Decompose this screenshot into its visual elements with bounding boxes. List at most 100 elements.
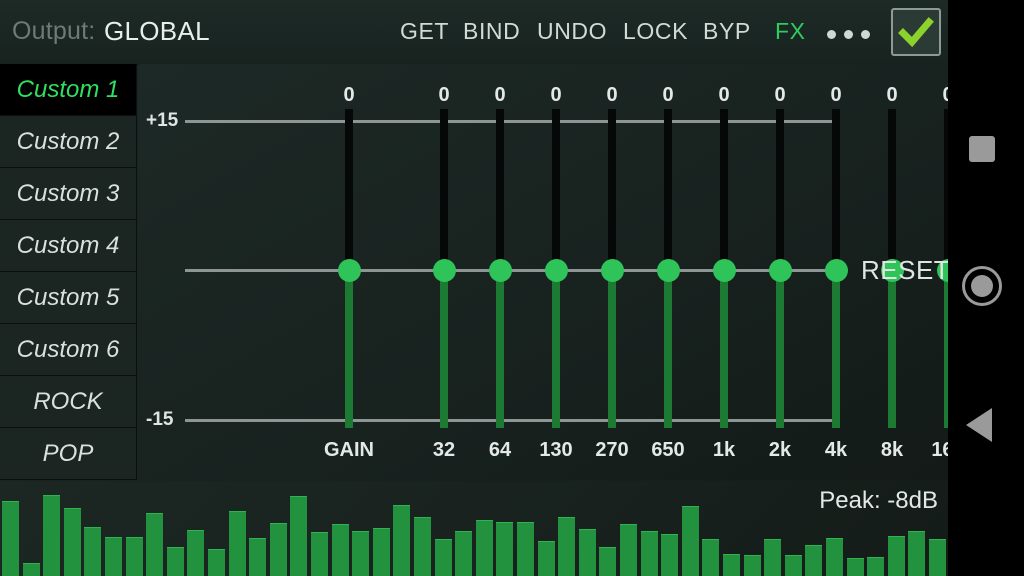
spectrum-bar <box>681 506 699 576</box>
reset-button[interactable]: RESET <box>861 255 948 286</box>
band-track-lower[interactable] <box>496 270 504 428</box>
band-track-lower[interactable] <box>776 270 784 428</box>
band-track-lower[interactable] <box>552 270 560 428</box>
sidebar-item-rock[interactable]: ROCK <box>0 376 136 428</box>
band-track-upper[interactable] <box>608 109 616 272</box>
circle-home-icon[interactable] <box>962 266 1002 306</box>
sidebar-item-pop[interactable]: POP <box>0 428 136 480</box>
band-track-lower[interactable] <box>720 270 728 428</box>
band-label: 16k <box>931 439 948 461</box>
output-label: Output: <box>12 17 96 45</box>
toolbar-button-get[interactable]: GET <box>400 18 449 45</box>
spectrum-bar <box>166 547 184 576</box>
band-slider-thumb[interactable] <box>769 259 792 282</box>
spectrum-bar <box>331 524 349 576</box>
spectrum-bar <box>929 539 946 576</box>
band-track-lower[interactable] <box>664 270 672 428</box>
spectrum-bar <box>784 555 802 576</box>
band-track-upper[interactable] <box>496 109 504 272</box>
toolbar-button-byp[interactable]: BYP <box>703 18 751 45</box>
spectrum-bar <box>558 517 576 576</box>
band-track-lower[interactable] <box>440 270 448 428</box>
spectrum-bar <box>269 523 287 576</box>
checkmark-icon[interactable] <box>891 8 941 56</box>
band-label: 130 <box>539 439 573 461</box>
band-slider-thumb[interactable] <box>713 259 736 282</box>
spectrum-bar <box>517 522 534 576</box>
spectrum-bar <box>867 557 885 576</box>
sidebar-item-custom-4[interactable]: Custom 4 <box>0 220 136 272</box>
spectrum-bar <box>393 505 411 576</box>
toolbar-button-undo[interactable]: UNDO <box>537 18 607 45</box>
band-track-upper[interactable] <box>776 109 784 272</box>
band-value: 0 <box>830 84 842 106</box>
more-dots-icon[interactable] <box>827 30 879 40</box>
band-track-lower[interactable] <box>345 270 353 428</box>
peak-readout: Peak: -8dB <box>819 487 938 514</box>
spectrum-bar <box>846 558 864 576</box>
band-track-upper[interactable] <box>720 109 728 272</box>
spectrum-analyzer: Peak: -8dB <box>0 481 948 576</box>
band-track-upper[interactable] <box>440 109 448 272</box>
spectrum-bar <box>475 520 493 576</box>
sidebar-item-custom-2[interactable]: Custom 2 <box>0 116 136 168</box>
output-value[interactable]: GLOBAL <box>104 16 210 47</box>
sidebar-item-custom-6[interactable]: Custom 6 <box>0 324 136 376</box>
square-recents-icon[interactable] <box>969 136 995 162</box>
band-track-lower[interactable] <box>832 270 840 428</box>
spectrum-bar <box>455 531 473 576</box>
band-track-upper[interactable] <box>888 109 896 272</box>
spectrum-bar <box>105 537 122 576</box>
spectrum-bar <box>743 555 761 576</box>
spectrum-bar <box>84 527 102 576</box>
band-value: 0 <box>918 84 948 107</box>
spectrum-bar <box>22 563 40 576</box>
band-value: 0 <box>662 84 674 106</box>
spectrum-bar <box>208 549 225 576</box>
band-label: GAIN <box>324 439 374 461</box>
band-value: 0 <box>494 84 506 106</box>
band-slider-thumb[interactable] <box>338 259 361 282</box>
spectrum-bar <box>352 531 370 576</box>
band-slider-thumb[interactable] <box>657 259 680 282</box>
band-label: 2k <box>768 439 792 461</box>
spectrum-bar <box>496 522 514 576</box>
band-label: 8k <box>880 439 904 461</box>
sidebar-item-custom-5[interactable]: Custom 5 <box>0 272 136 324</box>
band-track-upper[interactable] <box>552 109 560 272</box>
band-slider-thumb[interactable] <box>545 259 568 282</box>
band-label: 4k <box>824 439 848 461</box>
band-value: 0 <box>550 84 562 106</box>
spectrum-bar <box>640 531 658 576</box>
band-slider-thumb[interactable] <box>489 259 512 282</box>
axis-label-min: -15 <box>146 409 174 430</box>
triangle-back-icon[interactable] <box>966 408 992 442</box>
spectrum-bar <box>414 517 431 576</box>
equalizer-panel: +15 -15 0 GAIN 0 32 0 64 0 130 0 270 0 650 0 1k 0 2k 0 4k… <box>138 64 948 480</box>
band-track-upper[interactable] <box>345 109 353 272</box>
band-slider-thumb[interactable] <box>825 259 848 282</box>
toolbar-button-bind[interactable]: BIND <box>463 18 520 45</box>
spectrum-bar <box>620 524 637 576</box>
toolbar-button-lock[interactable]: LOCK <box>623 18 688 45</box>
band-track-upper[interactable] <box>664 109 672 272</box>
gridline-center <box>185 269 840 272</box>
sidebar-item-custom-1[interactable]: Custom 1 <box>0 64 136 116</box>
band-slider-thumb[interactable] <box>601 259 624 282</box>
toolbar-button-fx[interactable]: FX <box>775 18 806 45</box>
band-value: 0 <box>718 84 730 106</box>
spectrum-bar <box>187 530 205 576</box>
band-label: 64 <box>488 439 512 461</box>
band-slider-thumb[interactable] <box>433 259 456 282</box>
band-value: 0 <box>774 84 786 106</box>
spectrum-bar <box>146 513 164 576</box>
band-track-upper[interactable] <box>832 109 840 272</box>
sidebar-item-custom-3[interactable]: Custom 3 <box>0 168 136 220</box>
preset-sidebar: Custom 1 Custom 2 Custom 3 Custom 4 Custom 5… <box>0 64 137 480</box>
band-label: 650 <box>651 439 685 461</box>
band-track-lower[interactable] <box>888 270 896 428</box>
band-value: 0 <box>438 84 450 106</box>
spectrum-bar <box>702 539 720 576</box>
band-track-lower[interactable] <box>608 270 616 428</box>
gridline-bottom <box>185 419 840 422</box>
